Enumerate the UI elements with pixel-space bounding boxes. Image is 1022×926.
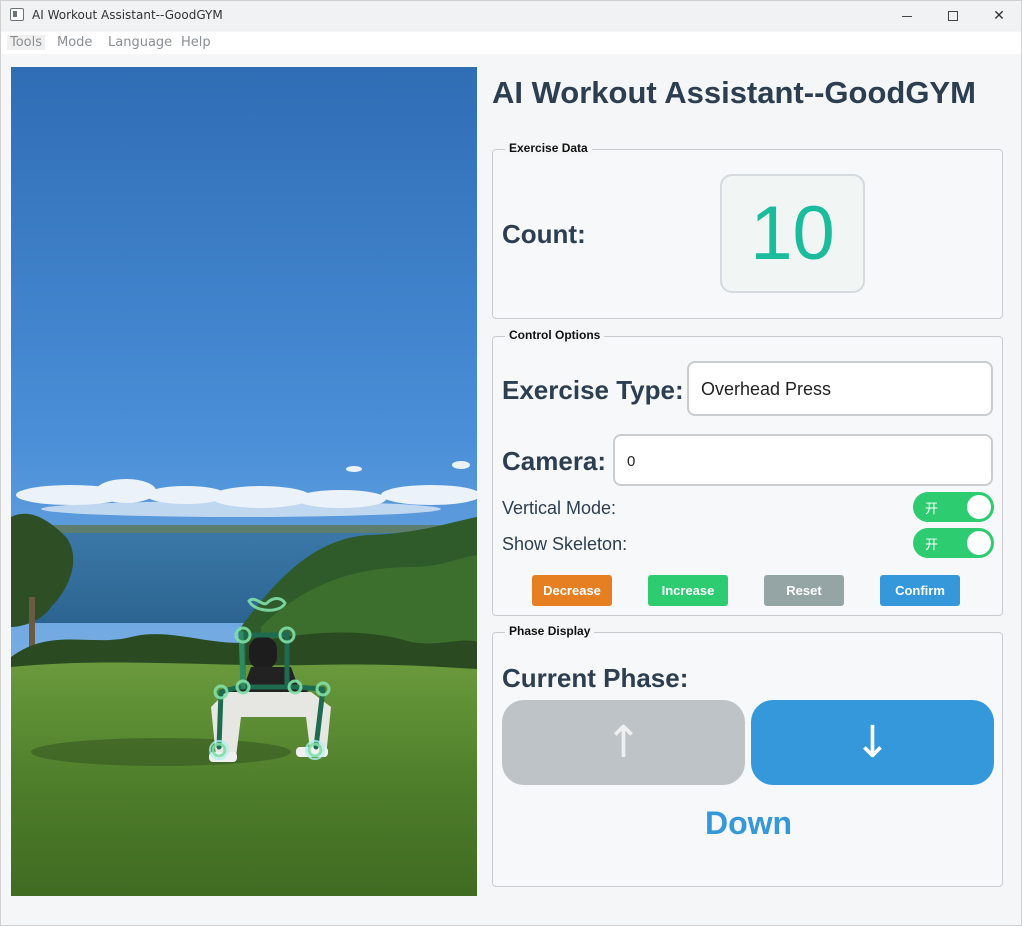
show-skeleton-toggle-text: 开	[925, 538, 939, 553]
phase-display-title: Phase Display	[505, 624, 595, 638]
camera-label: Camera:	[502, 446, 607, 476]
current-phase-label: Current Phase:	[502, 663, 689, 693]
page-title: AI Workout Assistant--GoodGYM	[492, 75, 976, 110]
phase-up-indicator: ↑	[502, 700, 745, 785]
count-display: 10	[720, 174, 865, 293]
window-title: AI Workout Assistant--GoodGYM	[32, 8, 223, 22]
phase-status-text: Down	[704, 805, 793, 841]
maximize-button[interactable]	[930, 1, 976, 31]
count-label: Count:	[502, 219, 586, 249]
maximize-icon	[948, 11, 958, 21]
camera-feed	[11, 67, 477, 896]
show-skeleton-toggle[interactable]: 开	[913, 528, 994, 558]
close-icon: ✕	[993, 8, 1005, 24]
exercise-type-select[interactable]: Overhead Press	[687, 361, 993, 416]
exercise-data-group: Exercise Data Count: 10	[492, 141, 1003, 319]
phase-down-indicator: ↓	[751, 700, 994, 785]
minimize-icon	[902, 15, 912, 17]
show-skeleton-label: Show Skeleton:	[502, 534, 628, 554]
arrow-up-icon: ↑	[605, 717, 642, 768]
minimize-button[interactable]	[884, 1, 930, 31]
menu-tools[interactable]: Tools	[7, 35, 46, 50]
close-button[interactable]: ✕	[976, 1, 1022, 31]
control-options-title: Control Options	[505, 328, 605, 342]
menu-mode[interactable]: Mode	[54, 35, 95, 50]
decrease-button[interactable]: Decrease	[532, 575, 612, 606]
app-icon	[10, 8, 24, 21]
confirm-button[interactable]: Confirm	[880, 575, 960, 606]
toggle-knob	[967, 531, 991, 555]
exercise-data-title: Exercise Data	[505, 141, 592, 155]
menu-bar: Tools Mode Language Help	[1, 32, 1021, 54]
control-options-group: Control Options Exercise Type: Overhead …	[492, 328, 1003, 616]
title-bar[interactable]: AI Workout Assistant--GoodGYM ✕	[1, 1, 1021, 31]
increase-button[interactable]: Increase	[648, 575, 728, 606]
vertical-mode-label: Vertical Mode:	[502, 498, 617, 518]
toggle-knob	[967, 495, 991, 519]
arrow-down-icon: ↓	[854, 717, 891, 768]
camera-image	[11, 67, 477, 896]
exercise-type-label: Exercise Type:	[502, 375, 684, 405]
vertical-mode-toggle[interactable]: 开	[913, 492, 994, 522]
reset-button[interactable]: Reset	[764, 575, 844, 606]
phase-display-group: Phase Display Current Phase: ↑ ↓ Down	[492, 624, 1003, 887]
menu-help[interactable]: Help	[178, 35, 214, 50]
vertical-mode-toggle-text: 开	[925, 502, 939, 517]
menu-language[interactable]: Language	[105, 35, 175, 50]
camera-input[interactable]: 0	[613, 434, 993, 486]
app-window: AI Workout Assistant--GoodGYM ✕ Tools Mo…	[0, 0, 1022, 926]
